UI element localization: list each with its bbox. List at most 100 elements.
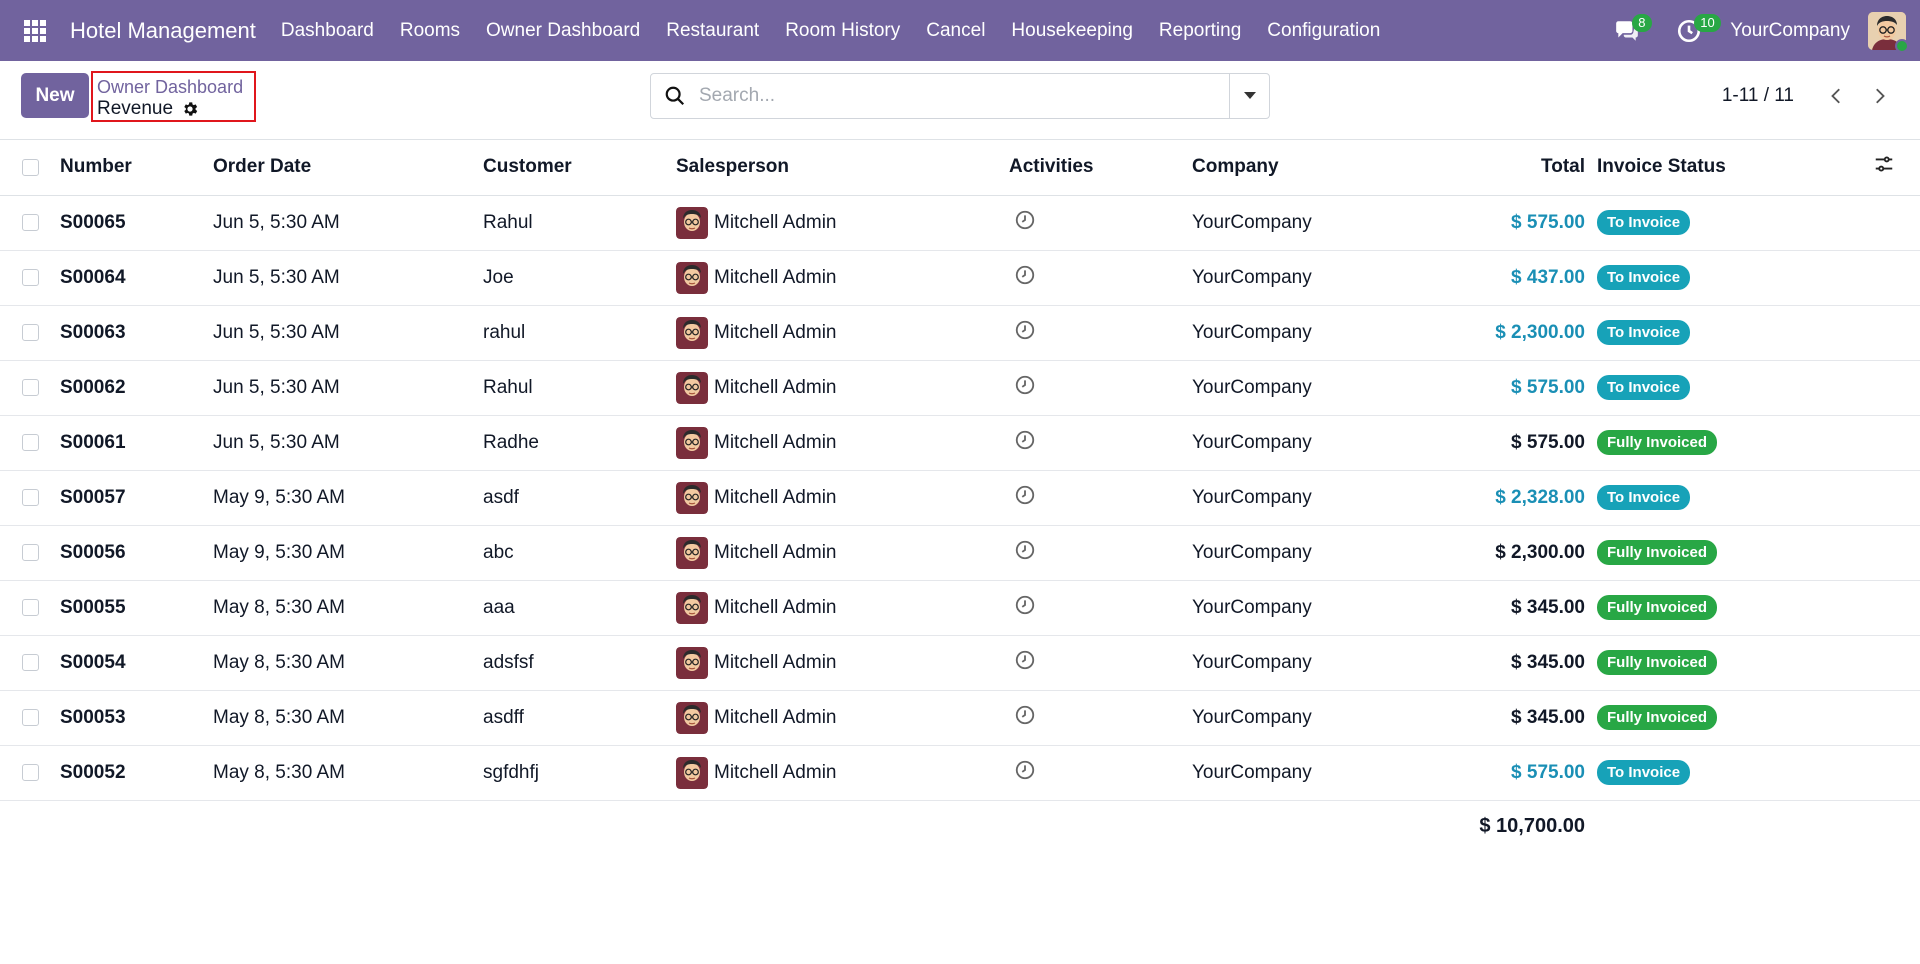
optional-columns-icon[interactable] [1873, 153, 1895, 175]
company-switcher[interactable]: YourCompany [1730, 20, 1850, 42]
menu-item-restaurant[interactable]: Restaurant [653, 0, 772, 61]
company-name[interactable]: YourCompany [1192, 580, 1392, 636]
row-checkbox[interactable] [22, 378, 39, 396]
activity-clock-icon[interactable] [1014, 319, 1036, 341]
company-name[interactable]: YourCompany [1192, 415, 1392, 471]
order-number[interactable]: S00057 [48, 470, 213, 526]
order-date[interactable]: Jun 5, 5:30 AM [213, 305, 483, 361]
menu-item-room-history[interactable]: Room History [772, 0, 913, 61]
order-date[interactable]: May 8, 5:30 AM [213, 580, 483, 636]
pager-next-button[interactable] [1858, 73, 1900, 119]
row-checkbox[interactable] [22, 763, 39, 781]
order-number[interactable]: S00054 [48, 635, 213, 691]
order-total[interactable]: $ 2,300.00 [1392, 305, 1597, 361]
order-date[interactable]: Jun 5, 5:30 AM [213, 360, 483, 416]
row-checkbox[interactable] [22, 488, 39, 506]
order-number[interactable]: S00061 [48, 415, 213, 471]
order-number[interactable]: S00055 [48, 580, 213, 636]
order-total[interactable]: $ 575.00 [1392, 745, 1597, 801]
order-date[interactable]: Jun 5, 5:30 AM [213, 250, 483, 306]
customer-name[interactable]: abc [483, 525, 676, 581]
customer-name[interactable]: aaa [483, 580, 676, 636]
customer-name[interactable]: Rahul [483, 195, 676, 251]
customer-name[interactable]: asdff [483, 690, 676, 746]
activities-systray[interactable]: 10 [1658, 0, 1721, 61]
company-name[interactable]: YourCompany [1192, 690, 1392, 746]
order-date[interactable]: May 8, 5:30 AM [213, 635, 483, 691]
order-date[interactable]: Jun 5, 5:30 AM [213, 195, 483, 251]
col-company[interactable]: Company [1192, 140, 1392, 196]
row-checkbox[interactable] [22, 543, 39, 561]
salesperson[interactable]: Mitchell Admin [676, 536, 1009, 569]
table-row[interactable]: S00052 May 8, 5:30 AM sgfdhfj Mitchell Admi… [0, 745, 1920, 801]
order-total[interactable]: $ 345.00 [1392, 635, 1597, 691]
company-name[interactable]: YourCompany [1192, 195, 1392, 251]
salesperson[interactable]: Mitchell Admin [676, 646, 1009, 679]
order-total[interactable]: $ 575.00 [1392, 415, 1597, 471]
col-customer[interactable]: Customer [483, 140, 676, 196]
col-activities[interactable]: Activities [1009, 140, 1192, 196]
order-total[interactable]: $ 575.00 [1392, 360, 1597, 416]
table-row[interactable]: S00064 Jun 5, 5:30 AM Joe Mitchell Admin You… [0, 250, 1920, 306]
col-invoice-status[interactable]: Invoice Status [1597, 140, 1873, 196]
company-name[interactable]: YourCompany [1192, 305, 1392, 361]
customer-name[interactable]: rahul [483, 305, 676, 361]
search-options-toggle[interactable] [1229, 74, 1269, 118]
table-row[interactable]: S00062 Jun 5, 5:30 AM Rahul Mitchell Admin Y… [0, 360, 1920, 416]
table-row[interactable]: S00057 May 9, 5:30 AM asdf Mitchell Admin Yo… [0, 470, 1920, 526]
pager-previous-button[interactable] [1816, 73, 1858, 119]
menu-item-configuration[interactable]: Configuration [1254, 0, 1393, 61]
activity-clock-icon[interactable] [1014, 429, 1036, 451]
select-all-checkbox[interactable] [22, 158, 39, 176]
company-name[interactable]: YourCompany [1192, 250, 1392, 306]
search-input[interactable] [699, 74, 1229, 118]
row-checkbox[interactable] [22, 213, 39, 231]
row-checkbox[interactable] [22, 268, 39, 286]
order-total[interactable]: $ 575.00 [1392, 195, 1597, 251]
row-checkbox[interactable] [22, 433, 39, 451]
customer-name[interactable]: asdf [483, 470, 676, 526]
salesperson[interactable]: Mitchell Admin [676, 261, 1009, 294]
activity-clock-icon[interactable] [1014, 704, 1036, 726]
order-number[interactable]: S00065 [48, 195, 213, 251]
order-total[interactable]: $ 2,300.00 [1392, 525, 1597, 581]
menu-item-owner-dashboard[interactable]: Owner Dashboard [473, 0, 653, 61]
activity-clock-icon[interactable] [1014, 209, 1036, 231]
customer-name[interactable]: Rahul [483, 360, 676, 416]
gear-icon[interactable] [181, 100, 199, 118]
customer-name[interactable]: Radhe [483, 415, 676, 471]
row-checkbox[interactable] [22, 708, 39, 726]
order-date[interactable]: Jun 5, 5:30 AM [213, 415, 483, 471]
company-name[interactable]: YourCompany [1192, 525, 1392, 581]
order-total[interactable]: $ 2,328.00 [1392, 470, 1597, 526]
salesperson[interactable]: Mitchell Admin [676, 481, 1009, 514]
table-row[interactable]: S00054 May 8, 5:30 AM adsfsf Mitchell Admin… [0, 635, 1920, 691]
customer-name[interactable]: sgfdhfj [483, 745, 676, 801]
menu-item-dashboard[interactable]: Dashboard [268, 0, 387, 61]
order-date[interactable]: May 9, 5:30 AM [213, 525, 483, 581]
menu-item-cancel[interactable]: Cancel [913, 0, 998, 61]
table-row[interactable]: S00056 May 9, 5:30 AM abc Mitchell Admin You… [0, 525, 1920, 581]
user-avatar[interactable] [1868, 11, 1909, 53]
activity-clock-icon[interactable] [1014, 484, 1036, 506]
order-number[interactable]: S00064 [48, 250, 213, 306]
menu-item-housekeeping[interactable]: Housekeeping [998, 0, 1145, 61]
row-checkbox[interactable] [22, 598, 39, 616]
new-button[interactable]: New [21, 73, 89, 118]
order-date[interactable]: May 8, 5:30 AM [213, 745, 483, 801]
company-name[interactable]: YourCompany [1192, 745, 1392, 801]
order-total[interactable]: $ 437.00 [1392, 250, 1597, 306]
table-row[interactable]: S00053 May 8, 5:30 AM asdff Mitchell Admin Y… [0, 690, 1920, 746]
col-total[interactable]: Total [1392, 140, 1597, 196]
table-row[interactable]: S00055 May 8, 5:30 AM aaa Mitchell Admin You… [0, 580, 1920, 636]
company-name[interactable]: YourCompany [1192, 635, 1392, 691]
col-number[interactable]: Number [48, 140, 213, 196]
table-row[interactable]: S00063 Jun 5, 5:30 AM rahul Mitchell Admin Y… [0, 305, 1920, 361]
activity-clock-icon[interactable] [1014, 594, 1036, 616]
menu-item-rooms[interactable]: Rooms [387, 0, 473, 61]
salesperson[interactable]: Mitchell Admin [676, 701, 1009, 734]
order-number[interactable]: S00063 [48, 305, 213, 361]
table-row[interactable]: S00061 Jun 5, 5:30 AM Radhe Mitchell Admin Y… [0, 415, 1920, 471]
salesperson[interactable]: Mitchell Admin [676, 371, 1009, 404]
salesperson[interactable]: Mitchell Admin [676, 756, 1009, 789]
